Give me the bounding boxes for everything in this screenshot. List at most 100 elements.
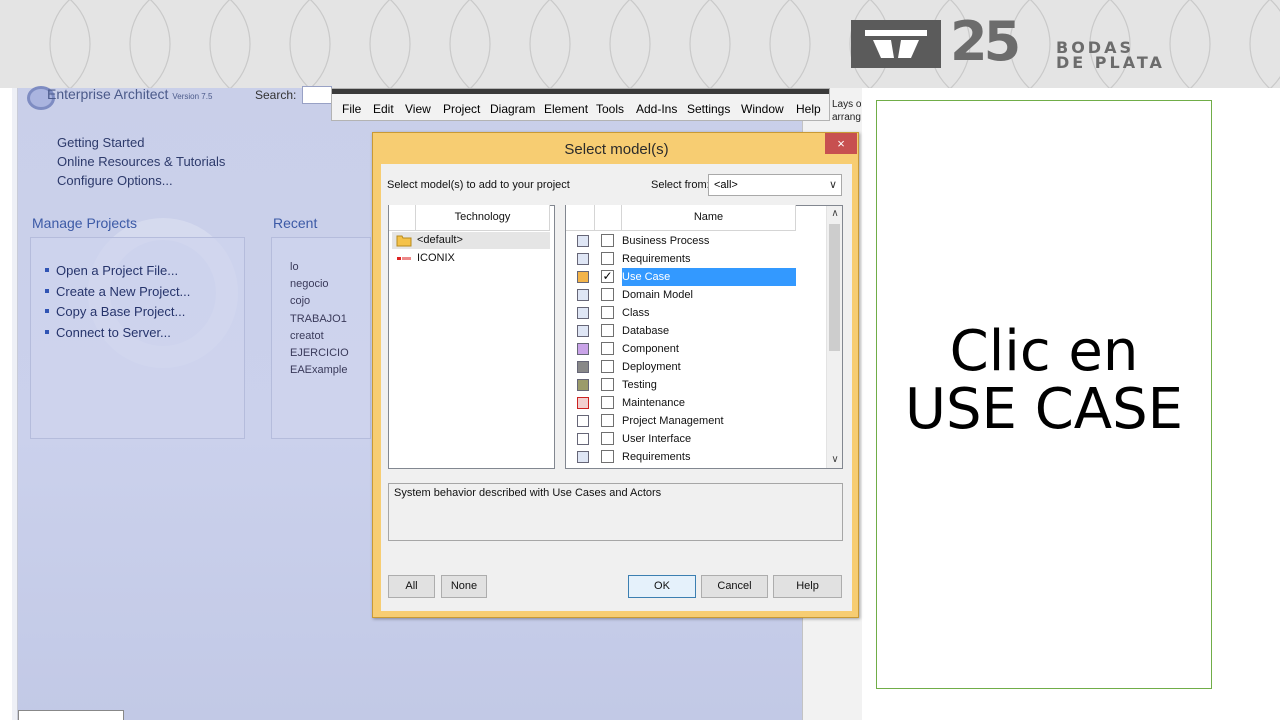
checkbox[interactable] (601, 288, 614, 301)
recent-item[interactable]: negocio (290, 276, 349, 293)
technology-item-iconix[interactable]: ICONIX (392, 250, 550, 267)
callout-line2: USE CASE (904, 377, 1184, 442)
recent-item[interactable]: EJERCICIO (290, 345, 349, 362)
technology-label: ICONIX (417, 252, 455, 264)
checkbox[interactable] (601, 252, 614, 265)
model-row-business-process[interactable]: Business Process (567, 232, 827, 250)
link-online-resources[interactable]: Online Resources & Tutorials (57, 152, 225, 171)
model-row-testing[interactable]: Testing (567, 376, 827, 394)
technology-column-header[interactable]: Technology (416, 205, 550, 231)
checkbox[interactable] (601, 378, 614, 391)
open-project-link[interactable]: Open a Project File... (45, 261, 190, 282)
project-actions-list: Open a Project File... Create a New Proj… (45, 261, 190, 343)
menu-edit[interactable]: Edit (373, 102, 394, 116)
bottom-tab[interactable] (18, 710, 124, 720)
model-label: Use Case (622, 268, 796, 286)
model-row-domain-model[interactable]: Domain Model (567, 286, 827, 304)
recent-item[interactable]: cojo (290, 293, 349, 310)
deployment-icon (577, 361, 589, 373)
create-project-link[interactable]: Create a New Project... (45, 282, 190, 303)
business-process-icon (577, 235, 589, 247)
model-row-class[interactable]: Class (567, 304, 827, 322)
menu-help[interactable]: Help (796, 102, 821, 116)
menu-view[interactable]: View (405, 102, 431, 116)
scroll-up-icon[interactable]: ∧ (827, 206, 843, 222)
requirements-icon (577, 451, 589, 463)
bullet-icon (45, 268, 49, 272)
recent-item[interactable]: TRABAJO1 (290, 311, 349, 328)
project-management-icon (577, 415, 589, 427)
all-button[interactable]: All (388, 575, 435, 598)
menu-add-ins[interactable]: Add-Ins (636, 102, 677, 116)
recent-item[interactable]: creatot (290, 328, 349, 345)
model-row-component[interactable]: Component (567, 340, 827, 358)
select-from-value: <all> (714, 179, 738, 191)
model-row-requirements-2[interactable]: Requirements (567, 448, 827, 466)
header-banner: 25 BODAS DE PLATA (0, 0, 1280, 88)
class-icon (577, 307, 589, 319)
domain-model-icon (577, 289, 589, 301)
model-label: Project Management (622, 415, 724, 427)
bullet-icon (45, 309, 49, 313)
model-row-project-management[interactable]: Project Management (567, 412, 827, 430)
start-links: Getting Started Online Resources & Tutor… (57, 133, 225, 190)
checkbox[interactable] (601, 432, 614, 445)
close-button[interactable]: × (825, 133, 857, 154)
select-from-dropdown[interactable]: <all> ∨ (708, 174, 842, 196)
menu-element[interactable]: Element (544, 102, 588, 116)
testing-icon (577, 379, 589, 391)
model-row-use-case[interactable]: ✓ Use Case (567, 268, 827, 286)
model-label: Component (622, 343, 679, 355)
link-getting-started[interactable]: Getting Started (57, 133, 225, 152)
name-column-header[interactable]: Name (622, 205, 796, 231)
checkbox[interactable] (601, 234, 614, 247)
model-row-maintenance[interactable]: Maintenance (567, 394, 827, 412)
checkbox[interactable] (601, 396, 614, 409)
link-configure-options[interactable]: Configure Options... (57, 171, 225, 190)
checkbox[interactable] (601, 450, 614, 463)
cancel-button[interactable]: Cancel (701, 575, 768, 598)
checkbox[interactable] (601, 324, 614, 337)
scroll-down-icon[interactable]: ∨ (827, 452, 843, 468)
scroll-thumb[interactable] (829, 224, 840, 351)
checkbox[interactable] (601, 306, 614, 319)
main-menu-bar: File Edit View Project Diagram Element T… (331, 88, 830, 121)
app-version: Version 7.5 (172, 92, 213, 101)
recent-item[interactable]: lo (290, 259, 349, 276)
technology-item-default[interactable]: <default> (392, 232, 550, 249)
callout-text: Clic en USE CASE (877, 323, 1211, 439)
logo-text-line2: DE PLATA (1056, 53, 1165, 72)
copy-project-link[interactable]: Copy a Base Project... (45, 302, 190, 323)
menu-file[interactable]: File (342, 102, 361, 116)
logo-text: BODAS DE PLATA (1056, 40, 1165, 72)
model-row-requirements[interactable]: Requirements (567, 250, 827, 268)
help-button[interactable]: Help (773, 575, 842, 598)
app-title: Enterprise Architect Version 7.5 (47, 86, 212, 102)
menu-diagram[interactable]: Diagram (490, 102, 535, 116)
none-button[interactable]: None (441, 575, 487, 598)
model-row-database[interactable]: Database (567, 322, 827, 340)
search-label: Search: (255, 88, 297, 102)
model-row-user-interface[interactable]: User Interface (567, 430, 827, 448)
name-header-icon-col (566, 205, 595, 231)
checkbox[interactable] (601, 414, 614, 427)
models-scrollbar[interactable]: ∧ ∨ (826, 206, 842, 468)
model-label: Deployment (622, 361, 681, 373)
menu-project[interactable]: Project (443, 102, 480, 116)
recent-item[interactable]: EAExample (290, 362, 349, 379)
instruction-callout: Clic en USE CASE (876, 100, 1212, 689)
model-label: Business Process (622, 235, 710, 247)
menu-window[interactable]: Window (741, 102, 784, 116)
slide: 25 BODAS DE PLATA Lays o arrang Enterpri… (0, 0, 1280, 720)
checkbox-checked[interactable]: ✓ (601, 270, 614, 283)
checkbox[interactable] (601, 360, 614, 373)
checkbox[interactable] (601, 342, 614, 355)
use-case-icon (577, 271, 589, 283)
menu-tools[interactable]: Tools (596, 102, 624, 116)
menu-settings[interactable]: Settings (687, 102, 730, 116)
search-input[interactable] (302, 86, 332, 104)
connect-server-link[interactable]: Connect to Server... (45, 323, 190, 344)
model-row-deployment[interactable]: Deployment (567, 358, 827, 376)
component-icon (577, 343, 589, 355)
ok-button[interactable]: OK (628, 575, 696, 598)
